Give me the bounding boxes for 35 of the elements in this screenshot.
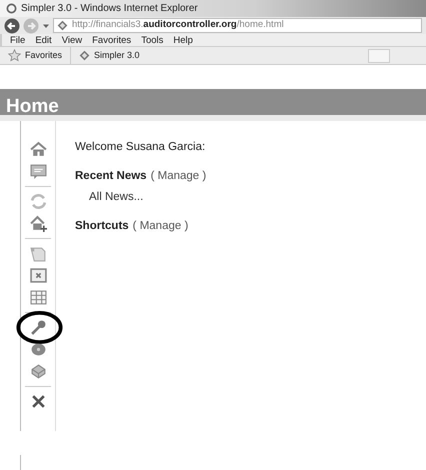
refresh-icon[interactable] xyxy=(30,193,46,210)
disc-icon[interactable] xyxy=(30,341,46,358)
comment-icon[interactable] xyxy=(30,163,46,180)
browser-tab[interactable]: Simpler 3.0 xyxy=(94,48,140,62)
home-icon[interactable] xyxy=(30,141,46,158)
section-heading: Recent News xyxy=(75,169,147,184)
page-icon xyxy=(57,20,68,31)
window-icon[interactable] xyxy=(30,267,46,284)
page-title: Home xyxy=(0,89,426,121)
key-icon[interactable] xyxy=(30,319,46,336)
highlight-circle xyxy=(16,310,62,345)
menu-item[interactable]: Favorites xyxy=(92,34,132,46)
menu-item[interactable]: Edit xyxy=(35,34,52,46)
page-icon xyxy=(79,50,90,61)
manage-link[interactable]: ( Manage ) xyxy=(132,218,188,235)
menu-item[interactable]: File xyxy=(10,34,26,46)
grid-icon[interactable] xyxy=(30,289,46,306)
favorites-button[interactable]: Favorites xyxy=(25,48,62,62)
home-add-icon[interactable] xyxy=(30,215,46,232)
address-field[interactable]: http://financials3.auditorcontroller.org/home.html xyxy=(53,18,422,33)
manage-link[interactable]: ( Manage ) xyxy=(150,168,206,186)
window-title: Simpler 3.0 - Windows Internet Explorer xyxy=(21,2,198,16)
menu-item[interactable]: Help xyxy=(173,34,193,46)
browser-logo-icon xyxy=(6,3,17,14)
back-button-icon[interactable] xyxy=(4,18,20,34)
news-link[interactable]: All News... xyxy=(75,188,206,206)
close-icon[interactable] xyxy=(30,393,46,410)
welcome-text: Welcome Susana Garcia: xyxy=(75,140,206,155)
star-icon xyxy=(8,49,21,62)
section-heading: Shortcuts xyxy=(75,218,129,234)
menu-item[interactable]: Tools xyxy=(141,34,164,46)
history-dropdown-icon[interactable] xyxy=(42,22,50,30)
document-icon[interactable] xyxy=(30,245,46,262)
menu-item[interactable]: View xyxy=(62,34,82,46)
box-icon[interactable] xyxy=(30,363,46,380)
